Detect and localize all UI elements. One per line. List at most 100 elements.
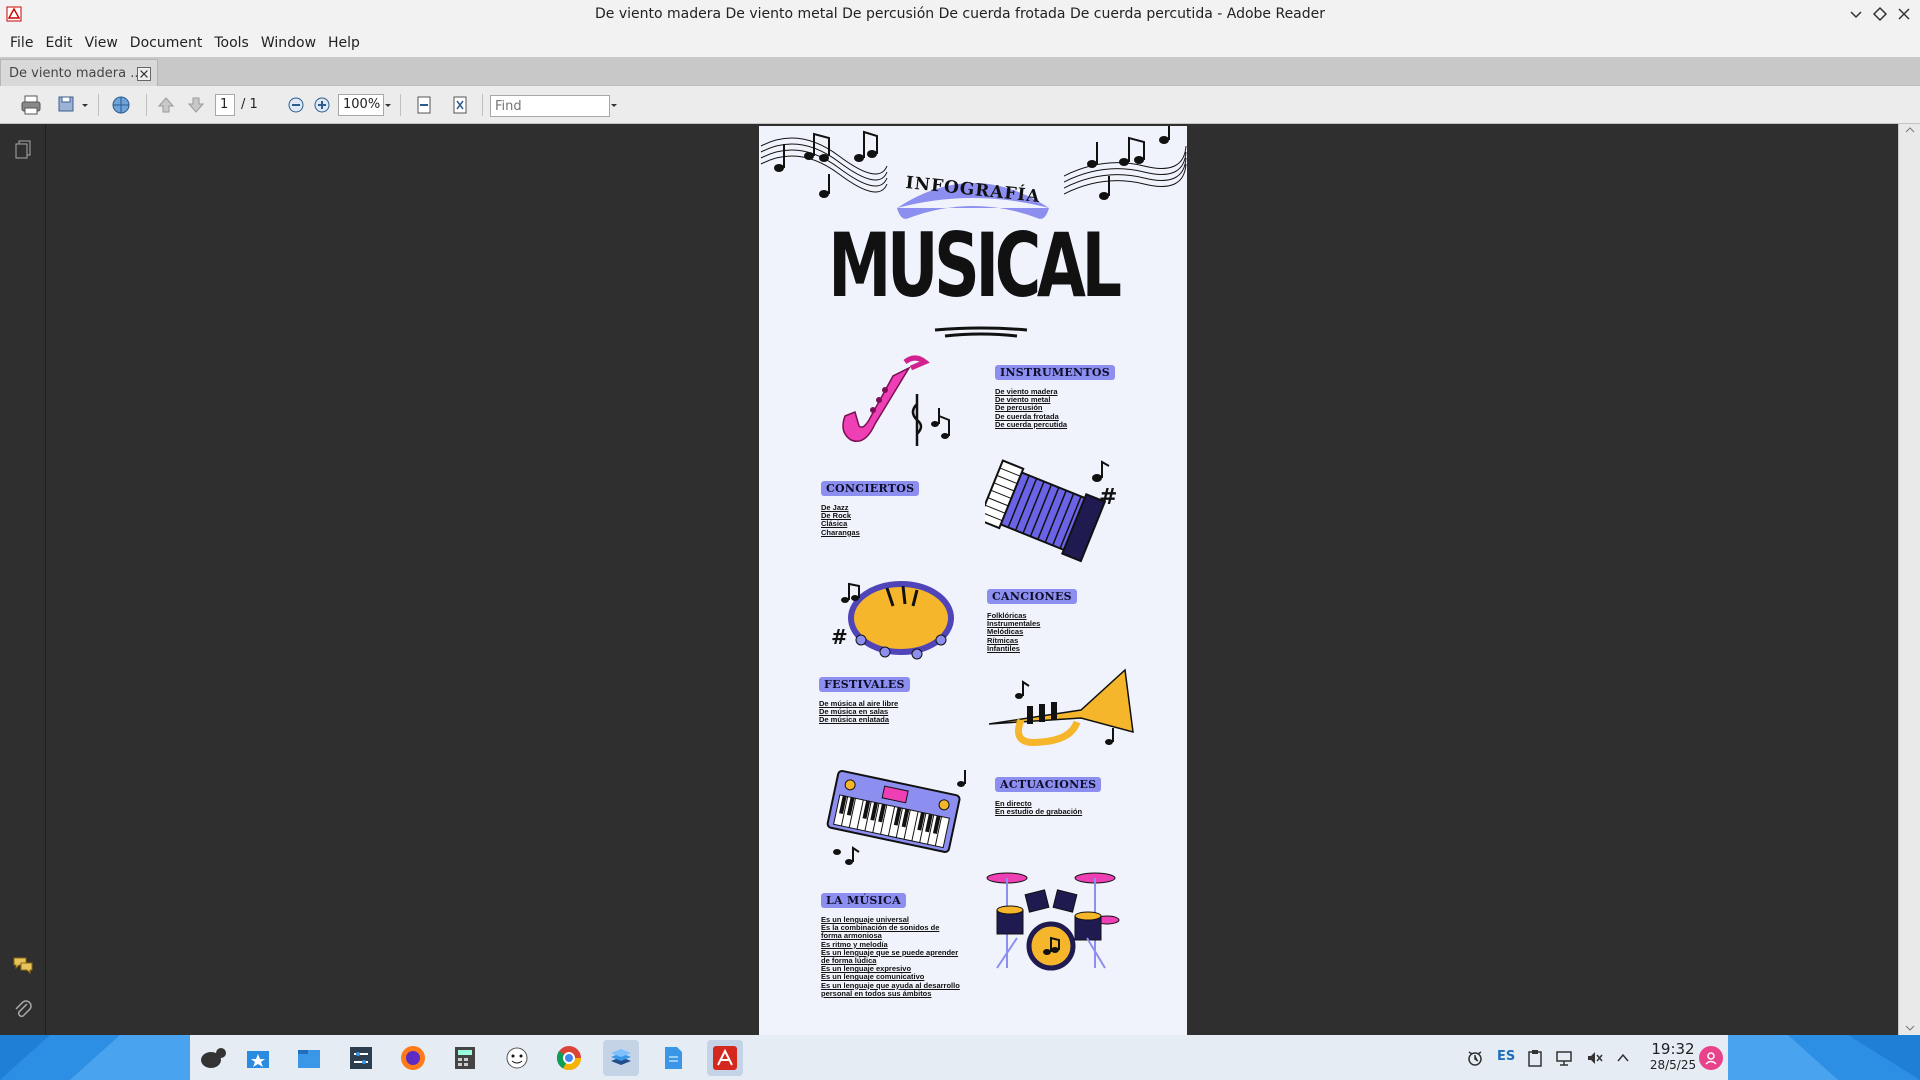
- previous-page-icon[interactable]: [156, 94, 176, 116]
- clipboard-icon[interactable]: [1527, 1049, 1543, 1067]
- next-page-icon[interactable]: [186, 94, 206, 116]
- tab-close-icon[interactable]: [137, 67, 151, 81]
- save-copy-icon[interactable]: [56, 94, 78, 116]
- taskbar-app-settings[interactable]: [343, 1040, 379, 1076]
- menu-edit[interactable]: Edit: [39, 35, 78, 51]
- menu-view[interactable]: View: [79, 35, 124, 51]
- scroll-up-arrow-icon[interactable]: [1904, 126, 1916, 134]
- save-dropdown-arrow-icon[interactable]: [80, 94, 90, 116]
- fit-width-icon[interactable]: [414, 94, 434, 116]
- list-item: De cuerda percutida: [995, 419, 1068, 429]
- keyboard-synth-illustration: [826, 769, 966, 865]
- taskbar-app-adobe-reader[interactable]: [707, 1040, 743, 1076]
- tambourine-illustration: #: [831, 581, 954, 660]
- taskbar-app-calculator[interactable]: [447, 1040, 483, 1076]
- accordion-illustration: #: [985, 459, 1117, 563]
- section-actuaciones: ACTUACIONES En directo En estudio de gra…: [995, 776, 1145, 816]
- section-conciertos: CONCIERTOS De Jazz De Rock Clásica Chara…: [821, 480, 951, 537]
- app-launcher-icon: [201, 1048, 226, 1068]
- section-la-musica: LA MÚSICA Es un lenguaje universal Es la…: [821, 892, 961, 998]
- menu-tools[interactable]: Tools: [208, 35, 255, 51]
- maximize-icon[interactable]: [1870, 4, 1890, 24]
- toolbar-separator: [98, 94, 99, 116]
- zoom-in-icon[interactable]: [312, 94, 332, 116]
- list-item: En estudio de grabación: [995, 807, 1083, 817]
- menu-help[interactable]: Help: [322, 35, 366, 51]
- section-title: CANCIONES: [987, 589, 1077, 604]
- taskbar-app-files[interactable]: [291, 1040, 327, 1076]
- mascot-face-icon: [506, 1047, 528, 1069]
- show-hidden-icons-chevron-icon[interactable]: [1616, 1049, 1630, 1067]
- taskbar-app-firefox[interactable]: [395, 1040, 431, 1076]
- menu-window[interactable]: Window: [255, 35, 322, 51]
- share-globe-icon[interactable]: [108, 94, 134, 116]
- stacked-books-icon: [611, 1049, 631, 1065]
- section-title: ACTUACIONES: [995, 777, 1102, 792]
- settings-panel-icon: [350, 1047, 372, 1069]
- music-staff-decoration-right: [1064, 126, 1187, 200]
- page-total: / 1: [241, 97, 258, 112]
- list-item: De música enlatada: [819, 715, 890, 725]
- toolbar-separator: [482, 94, 483, 116]
- user-avatar-icon[interactable]: [1699, 1046, 1723, 1070]
- svg-text:#: #: [831, 625, 848, 649]
- fit-page-icon[interactable]: [450, 94, 470, 116]
- list-item: Charangas: [821, 527, 860, 537]
- minimize-icon[interactable]: [1846, 4, 1866, 24]
- navigation-panel: [0, 124, 46, 1035]
- taskbar-app-document[interactable]: [655, 1040, 691, 1076]
- musical-heading: MUSICAL: [828, 214, 1122, 317]
- section-title: LA MÚSICA: [821, 893, 906, 908]
- firefox-icon: [401, 1046, 425, 1070]
- attachments-paperclip-icon[interactable]: [12, 998, 34, 1020]
- keyboard-language-indicator[interactable]: ES: [1497, 1049, 1515, 1064]
- zoom-dropdown-arrow-icon[interactable]: [384, 94, 392, 116]
- section-list: En directo En estudio de grabación: [995, 799, 1145, 817]
- print-icon[interactable]: [20, 94, 42, 116]
- menu-bar: File Edit View Document Tools Window Hel…: [0, 29, 1920, 57]
- start-menu-button[interactable]: [196, 1040, 232, 1076]
- comments-panel-icon[interactable]: [12, 954, 34, 976]
- menu-document[interactable]: Document: [124, 35, 209, 51]
- network-icon[interactable]: [1555, 1049, 1573, 1067]
- vertical-scrollbar[interactable]: [1898, 124, 1920, 1035]
- section-list: De Jazz De Rock Clásica Charangas: [821, 503, 951, 537]
- page-number-input[interactable]: 1: [215, 94, 235, 116]
- saxophone-illustration: [842, 355, 950, 446]
- document-tab-bar: De viento madera ...: [0, 57, 1920, 86]
- document-tab[interactable]: De viento madera ...: [0, 59, 158, 86]
- svg-text:#: #: [1099, 485, 1117, 510]
- section-list: Folklóricas Instrumentales Melódicas Rít…: [987, 611, 1127, 653]
- taskbar: ES 19:32 28/5/25: [0, 1035, 1920, 1080]
- taskbar-app-chrome[interactable]: [551, 1040, 587, 1076]
- section-title: CONCIERTOS: [821, 481, 920, 496]
- section-list: De viento madera De viento metal De perc…: [995, 387, 1145, 429]
- favorites-folder-icon: [247, 1051, 269, 1068]
- music-staff-decoration-left: [760, 130, 888, 198]
- close-icon[interactable]: [1894, 4, 1914, 24]
- volume-muted-icon[interactable]: [1586, 1049, 1604, 1067]
- trumpet-illustration: [988, 668, 1134, 747]
- taskbar-app-mascot[interactable]: [499, 1040, 535, 1076]
- calculator-icon: [455, 1047, 475, 1069]
- title-bar: De viento madera De viento metal De perc…: [0, 0, 1920, 29]
- document-tab-label: De viento madera ...: [9, 65, 143, 81]
- notifications-alarm-icon[interactable]: [1466, 1049, 1484, 1067]
- toolbar-separator: [400, 94, 401, 116]
- section-festivales: FESTIVALES De música al aire libre De mú…: [819, 676, 969, 725]
- pdf-page: INFOGRAFÍA MUSICAL # # INSTRUMENTOS De v…: [759, 126, 1187, 1035]
- find-input[interactable]: [490, 95, 610, 117]
- section-canciones: CANCIONES Folklóricas Instrumentales Mel…: [987, 588, 1127, 653]
- taskbar-app-stacks[interactable]: [603, 1040, 639, 1076]
- scroll-down-arrow-icon[interactable]: [1904, 1024, 1916, 1032]
- zoom-level-select[interactable]: 100%: [338, 94, 384, 116]
- find-dropdown-arrow-icon[interactable]: [610, 94, 618, 116]
- taskbar-app-favorites[interactable]: [240, 1040, 276, 1076]
- window-title: De viento madera De viento metal De perc…: [594, 6, 1326, 22]
- file-manager-icon: [298, 1050, 320, 1068]
- pages-panel-icon[interactable]: [12, 138, 34, 160]
- taskbar-decoration-right: [1728, 1035, 1920, 1080]
- zoom-out-icon[interactable]: [286, 94, 306, 116]
- menu-file[interactable]: File: [4, 35, 39, 51]
- heading-underline: [934, 326, 1028, 338]
